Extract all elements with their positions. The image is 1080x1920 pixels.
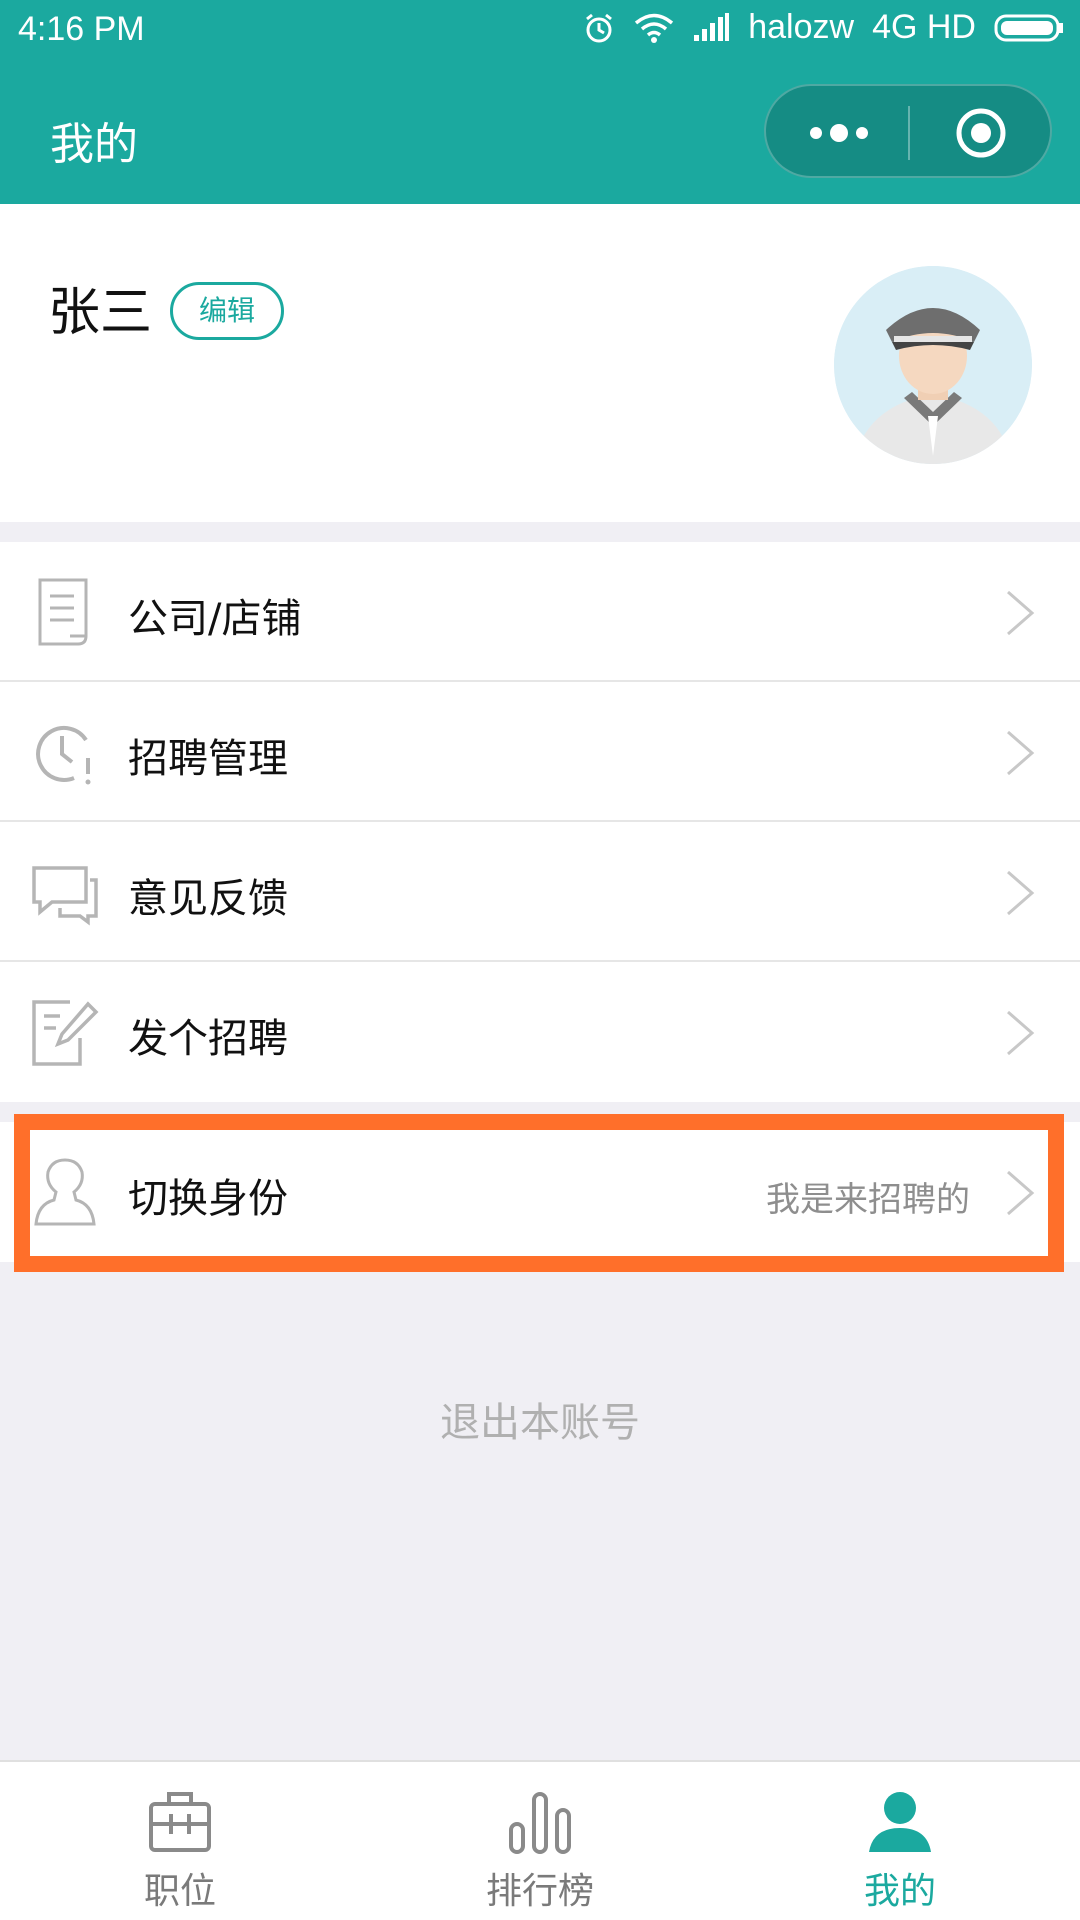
edit-note-icon: [30, 998, 100, 1068]
wifi-icon: [634, 12, 674, 44]
profile-card: 张三 编辑: [0, 204, 1080, 522]
carrier-label: halozw: [748, 8, 855, 46]
menu-item-recruit-management[interactable]: 招聘管理: [0, 682, 1080, 822]
chevron-right-icon: [1004, 1170, 1036, 1216]
page-title: 我的: [50, 119, 138, 170]
chevron-right-icon: [1004, 590, 1036, 636]
mini-program-capsule: [764, 84, 1052, 178]
tab-label: 我的: [863, 1871, 936, 1912]
menu-item-post-job[interactable]: 发个招聘: [0, 962, 1080, 1102]
menu-item-label: 公司/店铺: [128, 596, 302, 642]
switch-identity-label: 切换身份: [128, 1176, 288, 1222]
bar-chart-icon: [505, 1790, 575, 1854]
switch-identity-value: 我是来招聘的: [766, 1180, 970, 1220]
menu-item-company[interactable]: 公司/店铺: [0, 542, 1080, 682]
logout-button[interactable]: 退出本账号: [0, 1390, 1080, 1448]
target-circle-icon[interactable]: [954, 106, 1008, 160]
menu-item-label: 发个招聘: [128, 1016, 288, 1062]
top-bar: 4:16 PM halozw 4G HD 我的: [0, 0, 1080, 204]
menu-item-label: 意见反馈: [128, 876, 288, 922]
capsule-divider: [908, 106, 910, 160]
avatar[interactable]: [834, 266, 1032, 464]
status-icons: halozw 4G HD: [582, 8, 1064, 47]
menu-item-feedback[interactable]: 意见反馈: [0, 822, 1080, 962]
user-name: 张三: [48, 283, 153, 343]
chevron-right-icon: [1004, 870, 1036, 916]
chevron-right-icon: [1004, 1010, 1036, 1056]
alarm-icon: [582, 11, 616, 45]
menu-list: 公司/店铺 招聘管理 意见反馈 发个招聘: [0, 542, 1080, 1102]
tab-label: 排行榜: [485, 1871, 594, 1912]
battery-icon: [994, 13, 1064, 43]
signal-icon: [692, 12, 730, 43]
document-icon: [30, 578, 100, 648]
tab-mine[interactable]: 我的: [720, 1762, 1080, 1920]
network-label: 4G HD: [872, 8, 976, 46]
switch-identity-section: 切换身份 我是来招聘的: [0, 1122, 1080, 1262]
more-dots-icon[interactable]: [804, 114, 874, 152]
status-time: 4:16 PM: [18, 10, 145, 48]
briefcase-icon: [145, 1790, 215, 1854]
status-bar: 4:16 PM halozw 4G HD: [0, 0, 1080, 62]
person-outline-icon: [34, 1158, 96, 1228]
tab-label: 职位: [143, 1871, 216, 1912]
chevron-right-icon: [1004, 730, 1036, 776]
edit-profile-button[interactable]: 编辑: [170, 282, 284, 340]
clock-alert-icon: [30, 718, 100, 788]
tab-jobs[interactable]: 职位: [0, 1762, 360, 1920]
chat-bubble-icon: [30, 858, 100, 928]
switch-identity-row[interactable]: 切换身份 我是来招聘的: [0, 1122, 1080, 1262]
person-icon: [865, 1790, 935, 1854]
tab-bar: 职位 排行榜 我的: [0, 1760, 1080, 1920]
menu-item-label: 招聘管理: [128, 736, 288, 782]
tab-ranking[interactable]: 排行榜: [360, 1762, 720, 1920]
